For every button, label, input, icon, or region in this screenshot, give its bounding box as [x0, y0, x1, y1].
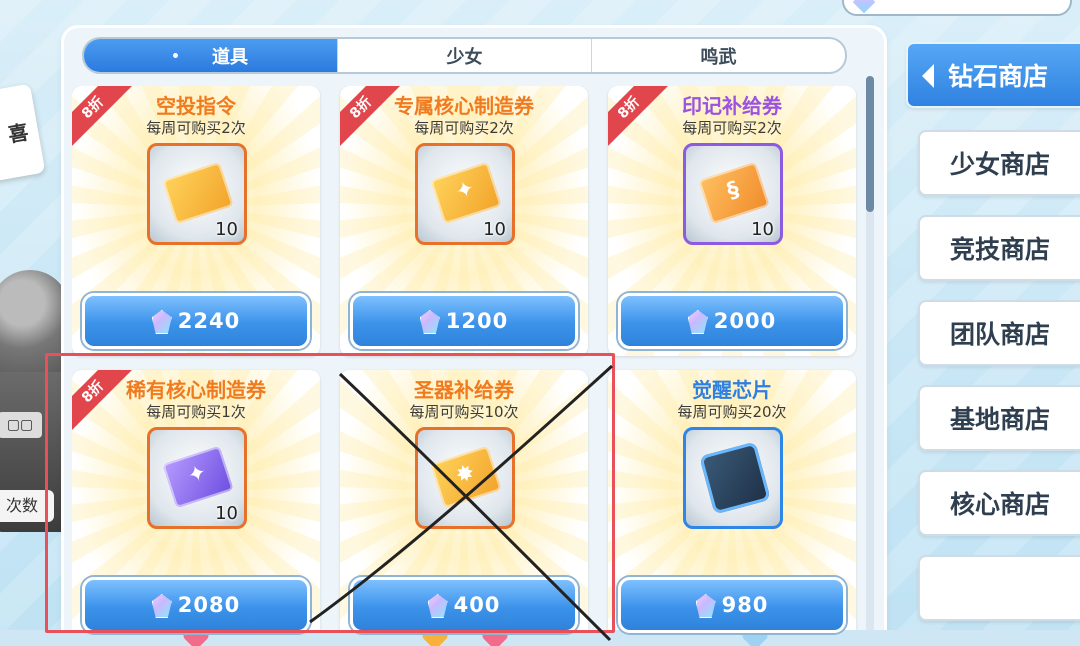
sword-icon: ✦	[452, 175, 478, 206]
item-icon-frame	[683, 427, 783, 529]
buy-button[interactable]: 2080	[82, 577, 310, 633]
buy-button[interactable]: 400	[350, 577, 578, 633]
buy-button[interactable]: 1200	[350, 293, 578, 349]
tab-girls[interactable]: 少女	[338, 39, 592, 72]
price-value: 1200	[445, 309, 509, 333]
shop-item-card[interactable]: 觉醒芯片 每周可购买20次 980	[608, 370, 856, 640]
sidebar-item-label: 少女商店	[950, 150, 1051, 179]
shop-item-card[interactable]: 8折 稀有核心制造券 每周可购买1次 ✦ 10 2080	[72, 370, 320, 640]
shop-item-card[interactable]: 8折 印记补给券 每周可购买2次 § 10 2000	[608, 86, 856, 356]
item-quantity: 10	[215, 503, 238, 524]
dna-ticket-icon: §	[698, 161, 770, 225]
purchase-limit: 每周可购买2次	[414, 119, 514, 137]
item-icon-frame: ✸	[415, 427, 515, 529]
sidebar-item-label: 核心商店	[950, 490, 1051, 519]
chevron-left-icon	[922, 64, 934, 88]
item-icon-frame: ✦ 10	[415, 143, 515, 245]
grid-scrollbar[interactable]	[866, 76, 874, 636]
diamond-icon	[152, 592, 170, 618]
category-tabs: 道具 少女 鸣武	[82, 37, 847, 74]
sidebar-item-label: 钻石商店	[948, 62, 1049, 91]
tab-items-label: 道具	[212, 46, 248, 68]
sidebar-item-more[interactable]	[918, 555, 1080, 621]
tab-weapons-label: 鸣武	[700, 46, 737, 68]
rare-core-ticket-icon: ✦	[162, 445, 234, 509]
diamond-icon	[152, 308, 170, 334]
sidebar-item-core-shop[interactable]: 核心商店	[918, 470, 1080, 536]
scroll-thumb[interactable]	[866, 76, 874, 212]
item-name: 觉醒芯片	[692, 378, 772, 402]
tab-weapons[interactable]: 鸣武	[592, 39, 845, 72]
item-icon-frame: 10	[147, 143, 247, 245]
relic-ticket-icon: ✸	[430, 445, 502, 509]
item-quantity: 10	[215, 219, 238, 240]
tab-girls-label: 少女	[446, 46, 483, 68]
purchase-limit: 每周可购买2次	[146, 119, 246, 137]
buy-button[interactable]: 980	[618, 577, 846, 633]
awakening-chip-icon	[699, 441, 771, 515]
shop-sidebar: 钻石商店 少女商店 竞技商店 团队商店 基地商店 核心商店	[904, 42, 1080, 646]
counter-display: ▢▢	[0, 412, 42, 438]
item-grid: 8折 空投指令 每周可购买2次 10 2240 8折 专属核心制造券 每周可购买…	[72, 86, 862, 646]
diamond-icon	[696, 592, 714, 618]
sidebar-item-label: 基地商店	[950, 405, 1051, 434]
price-value: 980	[721, 593, 769, 617]
sidebar-item-label: 团队商店	[950, 320, 1051, 349]
sword-icon: ✦	[184, 459, 210, 490]
item-quantity: 10	[483, 219, 506, 240]
shop-item-card[interactable]: 8折 专属核心制造券 每周可购买2次 ✦ 10 1200	[340, 86, 588, 356]
core-ticket-icon: ✦	[430, 161, 502, 225]
sidebar-item-diamond-shop[interactable]: 钻石商店	[906, 42, 1080, 108]
sidebar-item-team-shop[interactable]: 团队商店	[918, 300, 1080, 366]
purchase-limit: 每周可购买20次	[677, 403, 787, 421]
purchase-limit: 每周可购买10次	[409, 403, 519, 421]
price-value: 2000	[713, 309, 777, 333]
counter-box: ▢▢ 次数	[0, 372, 70, 532]
price-value: 400	[453, 593, 501, 617]
shop-item-card[interactable]: 8折 空投指令 每周可购买2次 10 2240	[72, 86, 320, 356]
currency-pill	[842, 0, 1072, 16]
side-event-badge-text: 喜	[6, 119, 31, 147]
item-name: 圣器补给券	[414, 378, 514, 402]
dna-icon: §	[724, 177, 743, 205]
tab-items[interactable]: 道具	[84, 39, 338, 72]
price-value: 2240	[177, 309, 241, 333]
airdrop-ticket-icon	[162, 161, 234, 225]
times-label: 次数	[0, 490, 54, 522]
item-icon-frame: § 10	[683, 143, 783, 245]
buy-button[interactable]: 2000	[618, 293, 846, 349]
star-burst-icon: ✸	[452, 459, 478, 490]
diamond-icon	[428, 592, 446, 618]
price-value: 2080	[177, 593, 241, 617]
shop-item-card[interactable]: 圣器补给券 每周可购买10次 ✸ 400	[340, 370, 588, 640]
diamond-icon	[420, 308, 438, 334]
diamond-icon	[688, 308, 706, 334]
gem-icon	[852, 0, 876, 14]
sidebar-item-label: 竞技商店	[950, 235, 1051, 264]
purchase-limit: 每周可购买1次	[146, 403, 246, 421]
buy-button[interactable]: 2240	[82, 293, 310, 349]
item-icon-frame: ✦ 10	[147, 427, 247, 529]
sidebar-item-arena-shop[interactable]: 竞技商店	[918, 215, 1080, 281]
character-figure	[0, 270, 70, 380]
purchase-limit: 每周可购买2次	[682, 119, 782, 137]
sidebar-item-base-shop[interactable]: 基地商店	[918, 385, 1080, 451]
tab-indicator-dot	[173, 53, 178, 58]
sidebar-item-girls-shop[interactable]: 少女商店	[918, 130, 1080, 196]
item-quantity: 10	[751, 219, 774, 240]
